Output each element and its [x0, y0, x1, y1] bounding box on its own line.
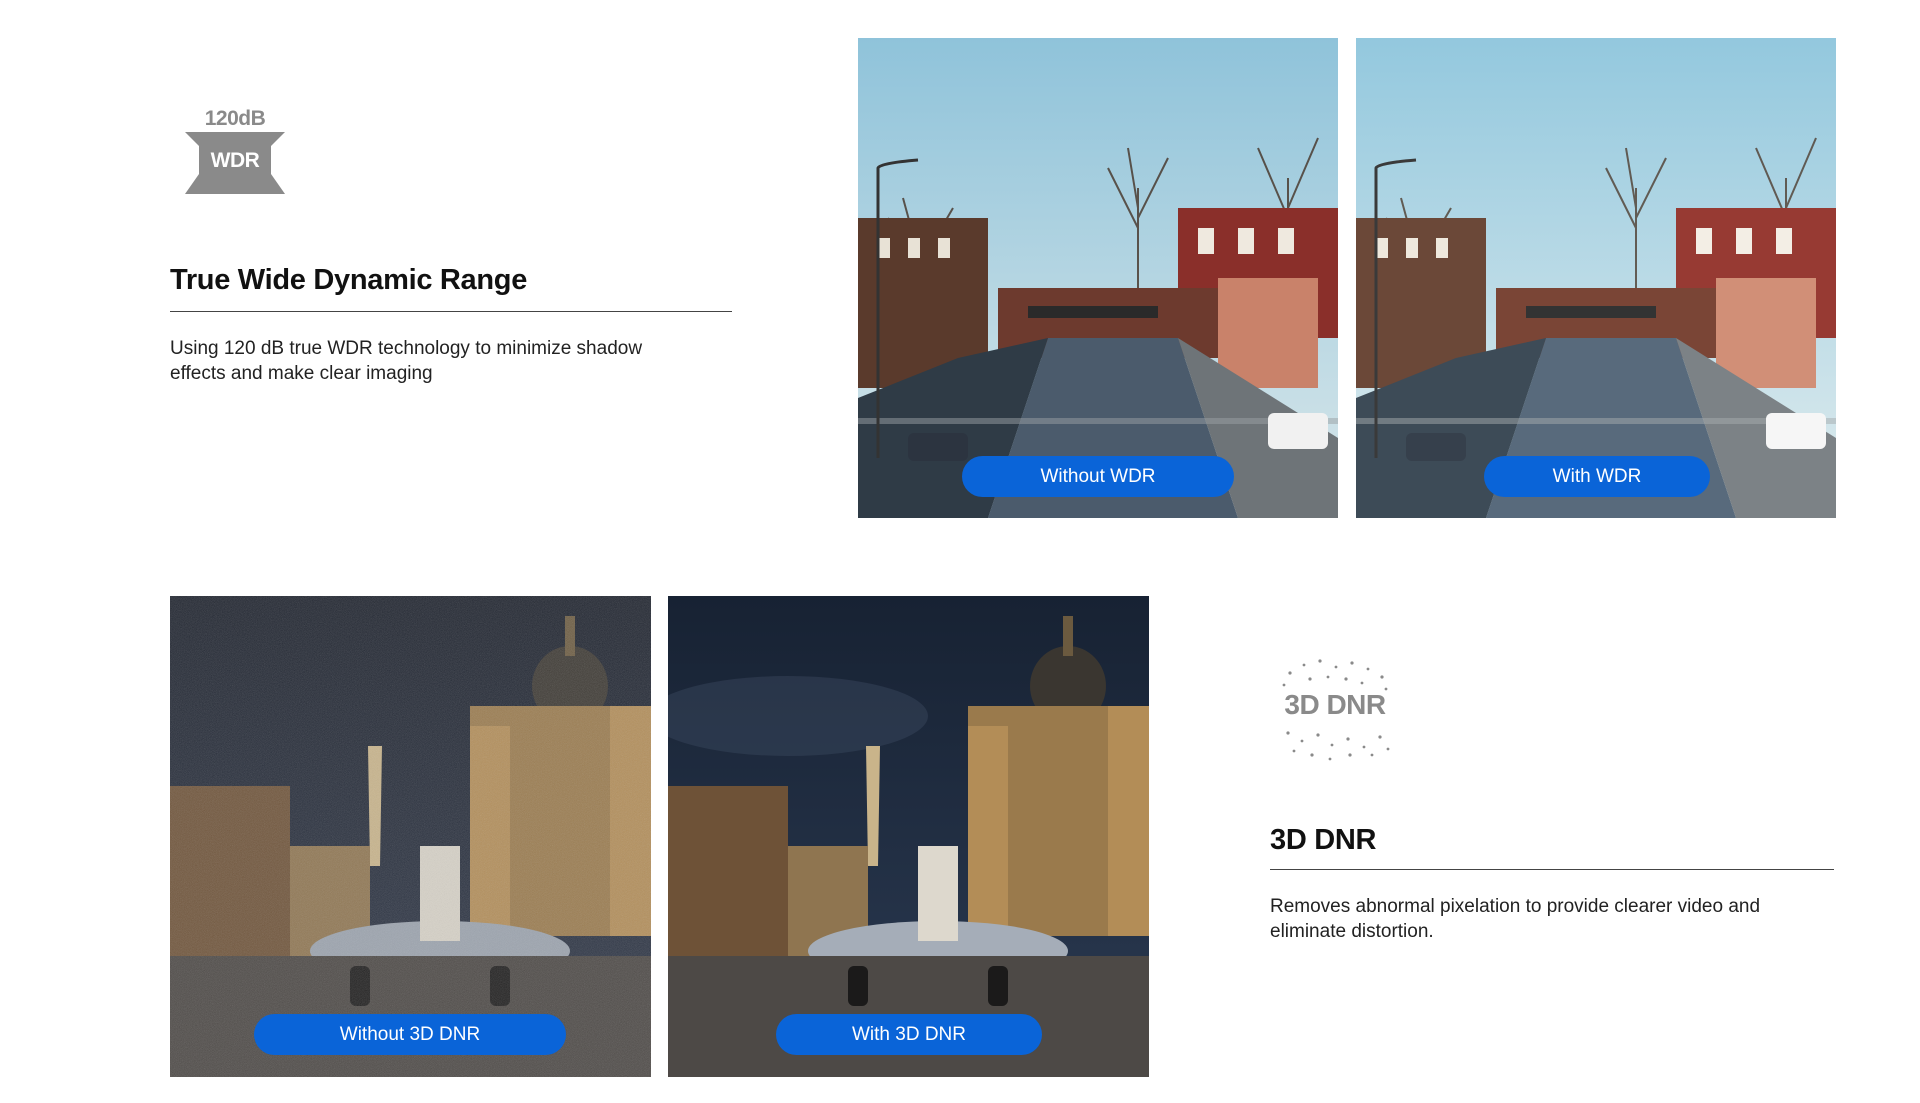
- street-scene-image: [858, 38, 1338, 518]
- wdr-120db-icon: 120dB WDR: [185, 105, 285, 197]
- photo-with-3d-dnr: With 3D DNR: [668, 596, 1149, 1077]
- dnr-description: Removes abnormal pixelation to provide c…: [1270, 896, 1761, 942]
- wdr-description: Using 120 dB true WDR technology to mini…: [170, 338, 643, 384]
- wdr-title: True Wide Dynamic Range: [170, 264, 528, 296]
- piazza-night-image: [170, 596, 651, 1077]
- dnr-icon-text: 3D DNR: [1284, 689, 1386, 720]
- wdr-icon-mid-text: WDR: [210, 149, 260, 172]
- with-wdr-label: With WDR: [1484, 456, 1710, 497]
- photo-without-wdr: Without WDR: [858, 38, 1338, 518]
- 3d-dnr-icon: 3D DNR: [1270, 655, 1400, 765]
- wdr-icon-top-text: 120dB: [204, 107, 266, 130]
- wdr-title-divider: [170, 311, 732, 312]
- photo-with-wdr: With WDR: [1356, 38, 1836, 518]
- piazza-night-image: [668, 596, 1149, 1077]
- without-wdr-label: Without WDR: [962, 456, 1234, 497]
- with-3d-dnr-label: With 3D DNR: [776, 1014, 1042, 1055]
- without-3d-dnr-label: Without 3D DNR: [254, 1014, 566, 1055]
- dnr-title-divider: [1270, 869, 1834, 870]
- dnr-title: 3D DNR: [1270, 824, 1377, 856]
- photo-without-3d-dnr: Without 3D DNR: [170, 596, 651, 1077]
- street-scene-image: [1356, 38, 1836, 518]
